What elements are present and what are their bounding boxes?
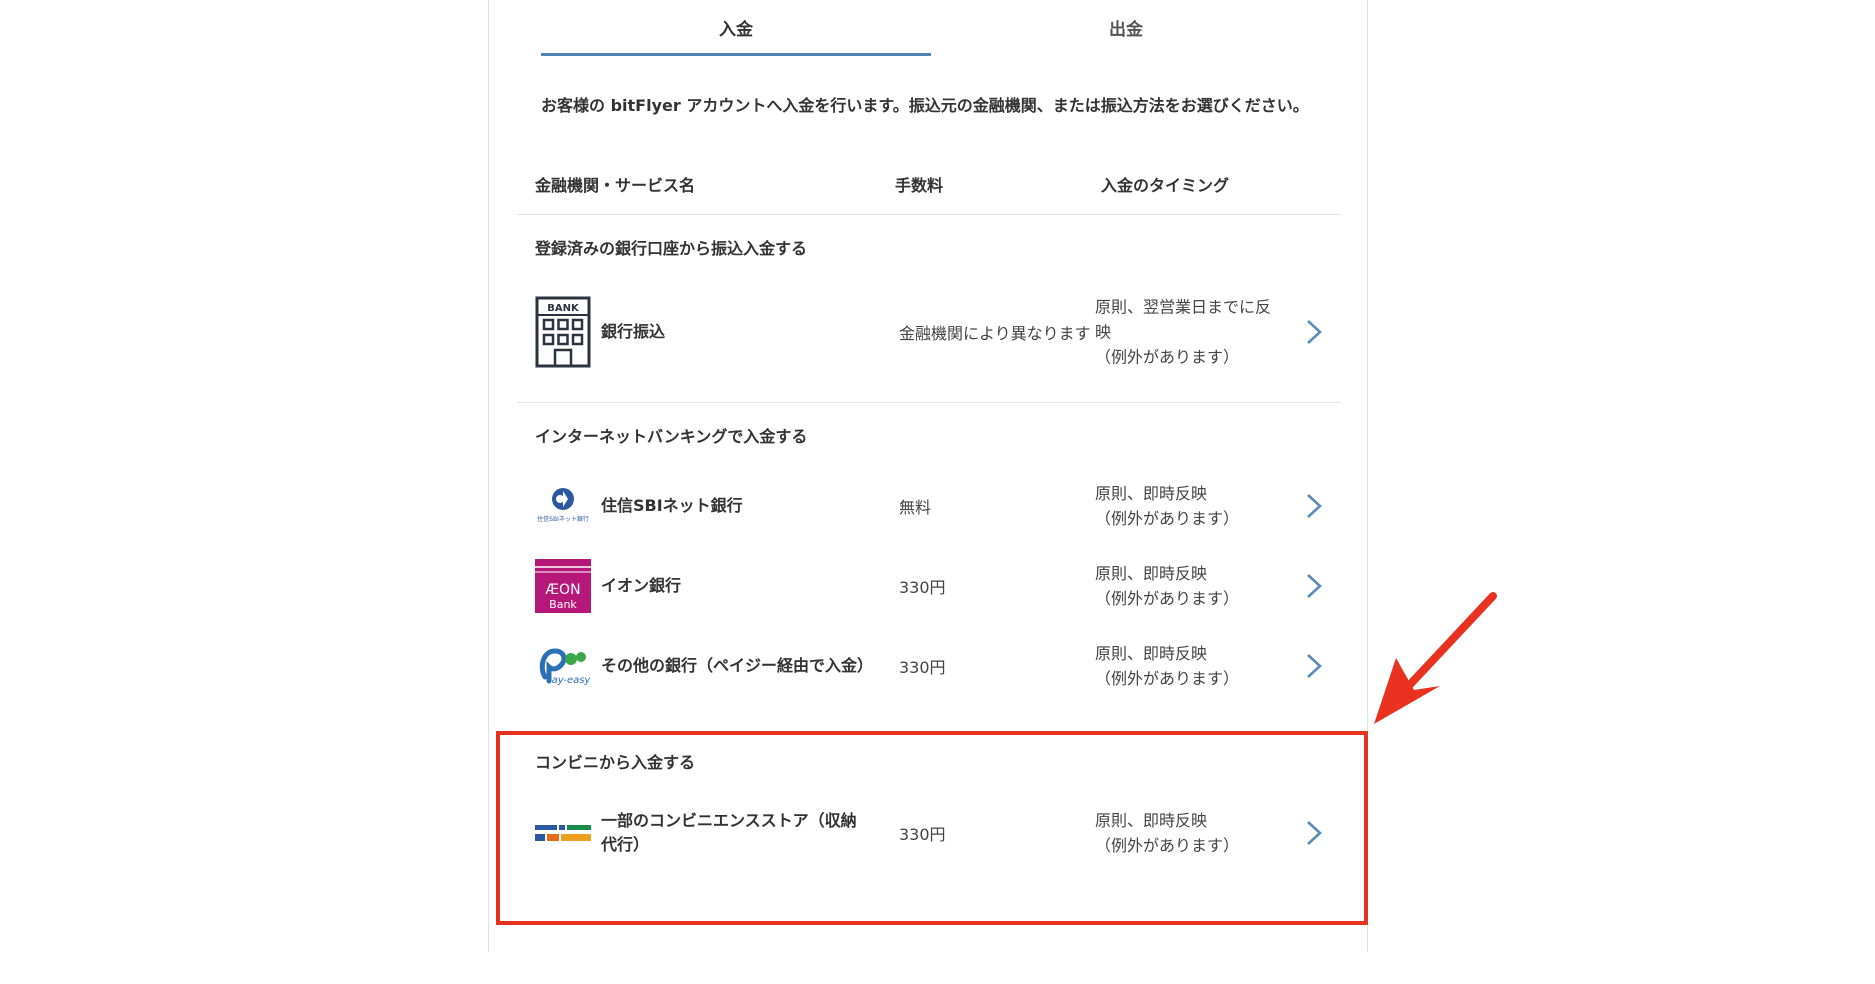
row-name: 銀行振込 (601, 322, 666, 341)
timing-text: 原則、即時反映 (1095, 484, 1208, 503)
row-name: イオン銀行 (601, 576, 682, 595)
row-payeasy[interactable]: ay-easy その他の銀行（ペイジー経由で入金） 330円 原則、即時反映 （… (535, 630, 1327, 702)
svg-text:Bank: Bank (549, 598, 577, 611)
intro-text: お客様の bitFlyer アカウントへ入金を行います。振込元の金融機関、または… (541, 96, 1309, 115)
row-convenience-store[interactable]: 一部のコンビニエンスストア（収納代行） 330円 原則、即時反映 （例外がありま… (535, 797, 1327, 869)
timing-note: （例外があります） (1095, 347, 1240, 367)
row-fee: 無料 (899, 498, 932, 517)
aeon-bank-logo: ÆON Bank (535, 558, 591, 614)
timing-note: （例外があります） (1095, 589, 1240, 608)
row-name: 住信SBIネット銀行 (601, 496, 743, 515)
page: 入金 出金 お客様の bitFlyer アカウントへ入金を行います。振込元の金融… (0, 0, 1875, 984)
row-fee: 330円 (899, 658, 946, 677)
timing-note: （例外があります） (1095, 509, 1240, 528)
row-timing: 原則、即時反映 （例外があります） (1095, 641, 1275, 691)
chevron-right-icon[interactable] (1305, 652, 1323, 680)
row-fee: 330円 (899, 578, 946, 597)
row-name: その他の銀行（ペイジー経由で入金） (601, 656, 874, 675)
tab-withdraw[interactable]: 出金 (931, 0, 1321, 58)
row-timing: 原則、即時反映 （例外があります） (1095, 481, 1275, 531)
timing-text: 原則、即時反映 (1095, 644, 1208, 663)
divider (517, 402, 1341, 403)
svg-text:ay-easy: ay-easy (552, 675, 591, 686)
annotation-arrow-icon (1374, 592, 1497, 724)
sbi-bank-logo: 住信SBIネット銀行 (535, 478, 591, 534)
tab-deposit[interactable]: 入金 (541, 0, 931, 58)
timing-text: 原則、即時反映 (1095, 564, 1208, 583)
section-title-registered-bank: 登録済みの銀行口座から振込入金する (535, 239, 808, 258)
timing-text: 原則、翌営業日までに反映 (1095, 297, 1272, 342)
row-timing: 原則、翌営業日までに反映 （例外があります） (1095, 295, 1275, 370)
row-bank-transfer[interactable]: BANK 銀行振込 金融機関により異なります 原則、翌営業日までに反映 （例外が… (535, 296, 1327, 368)
column-header-timing: 入金のタイミング (1101, 176, 1230, 195)
chevron-right-icon[interactable] (1305, 492, 1323, 520)
row-fee: 330円 (899, 825, 946, 844)
row-name: 一部のコンビニエンスストア（収納代行） (601, 811, 857, 854)
row-aeon-bank[interactable]: ÆON Bank イオン銀行 330円 原則、即時反映 （例外があります） (535, 550, 1327, 622)
svg-text:住信SBIネット銀行: 住信SBIネット銀行 (537, 515, 589, 523)
bank-icon: BANK (535, 296, 591, 368)
chevron-right-icon[interactable] (1305, 318, 1323, 346)
timing-note: （例外があります） (1095, 836, 1240, 855)
row-timing: 原則、即時反映 （例外があります） (1095, 808, 1275, 858)
timing-text: 原則、即時反映 (1095, 811, 1208, 830)
section-title-internet-banking: インターネットバンキングで入金する (535, 427, 808, 446)
column-header-fee: 手数料 (895, 176, 944, 195)
column-header-name: 金融機関・サービス名 (535, 176, 696, 195)
row-sbi-bank[interactable]: 住信SBIネット銀行 住信SBIネット銀行 無料 原則、即時反映 （例外がありま… (535, 470, 1327, 542)
chevron-right-icon[interactable] (1305, 572, 1323, 600)
row-timing: 原則、即時反映 （例外があります） (1095, 561, 1275, 611)
row-fee: 金融機関により異なります (899, 324, 1091, 343)
section-title-convenience-store: コンビニから入金する (535, 753, 696, 772)
svg-text:ÆON: ÆON (545, 582, 580, 598)
svg-text:BANK: BANK (547, 303, 580, 314)
timing-note: （例外があります） (1095, 669, 1240, 688)
payeasy-logo: ay-easy (535, 638, 591, 694)
tab-bar: 入金 出金 (541, 0, 1321, 58)
deposit-panel: 入金 出金 お客様の bitFlyer アカウントへ入金を行います。振込元の金融… (488, 0, 1368, 952)
chevron-right-icon[interactable] (1305, 819, 1323, 847)
divider (517, 214, 1341, 215)
convenience-store-logo (535, 805, 591, 861)
